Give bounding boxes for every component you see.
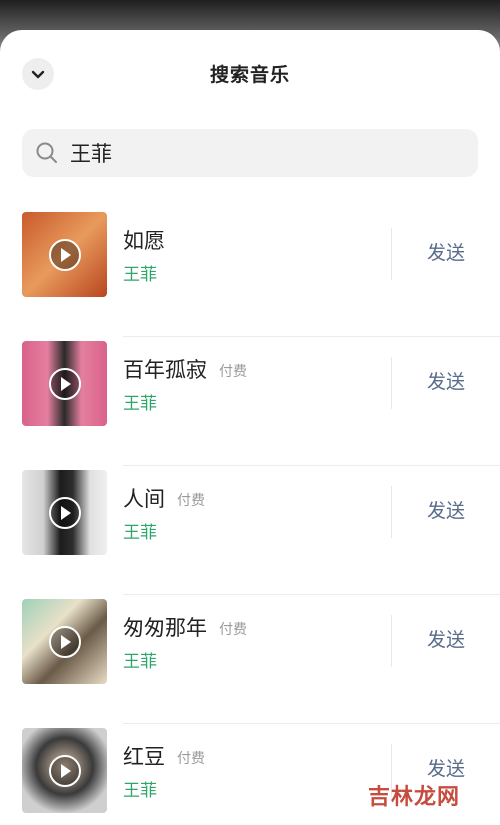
- play-icon[interactable]: [48, 496, 81, 529]
- artist-name: 王菲: [123, 781, 157, 801]
- page-title: 搜索音乐: [209, 64, 290, 86]
- artist-name: 王菲: [123, 523, 157, 543]
- music-search-sheet: 搜索音乐 王菲 如愿 王菲 发送 百年孤寂 付费 王菲 发送 人间 付费 王菲 …: [0, 30, 500, 825]
- album-cover[interactable]: [22, 341, 107, 426]
- album-cover[interactable]: [22, 470, 107, 555]
- artist-name: 王菲: [123, 265, 157, 285]
- send-button[interactable]: 发送: [400, 625, 492, 652]
- list-item[interactable]: 百年孤寂 付费 王菲 发送: [0, 337, 500, 466]
- list-item[interactable]: 如愿 王菲 发送: [0, 208, 500, 337]
- send-button[interactable]: 发送: [400, 754, 492, 781]
- send-button[interactable]: 发送: [400, 367, 492, 394]
- send-button[interactable]: 发送: [400, 238, 492, 265]
- paid-badge: 付费: [219, 364, 247, 380]
- song-title: 红豆 付费: [123, 745, 205, 769]
- play-icon[interactable]: [48, 238, 81, 271]
- search-input[interactable]: 王菲: [22, 129, 478, 177]
- play-icon[interactable]: [48, 754, 81, 787]
- divider: [391, 357, 392, 409]
- song-title: 百年孤寂 付费: [123, 358, 247, 382]
- search-icon: [36, 142, 57, 163]
- album-cover[interactable]: [22, 728, 107, 813]
- list-item[interactable]: 匆匆那年 付费 王菲 发送: [0, 595, 500, 724]
- send-button[interactable]: 发送: [400, 496, 492, 523]
- song-title: 匆匆那年 付费: [123, 616, 247, 640]
- paid-badge: 付费: [177, 493, 205, 509]
- search-query: 王菲: [70, 142, 112, 166]
- song-title: 人间 付费: [123, 487, 205, 511]
- artist-name: 王菲: [123, 652, 157, 672]
- list-item[interactable]: 人间 付费 王菲 发送: [0, 466, 500, 595]
- divider: [391, 486, 392, 538]
- divider: [391, 615, 392, 667]
- album-cover[interactable]: [22, 212, 107, 297]
- play-icon[interactable]: [48, 367, 81, 400]
- artist-name: 王菲: [123, 394, 157, 414]
- paid-badge: 付费: [177, 751, 205, 767]
- album-cover[interactable]: [22, 599, 107, 684]
- divider: [391, 228, 392, 280]
- watermark: 吉林龙网: [367, 785, 460, 810]
- song-list: 如愿 王菲 发送 百年孤寂 付费 王菲 发送 人间 付费 王菲 发送 匆匆那年 …: [0, 208, 500, 825]
- song-title: 如愿: [123, 229, 165, 253]
- paid-badge: 付费: [219, 622, 247, 638]
- sheet-header: 搜索音乐: [0, 30, 500, 118]
- play-icon[interactable]: [48, 625, 81, 658]
